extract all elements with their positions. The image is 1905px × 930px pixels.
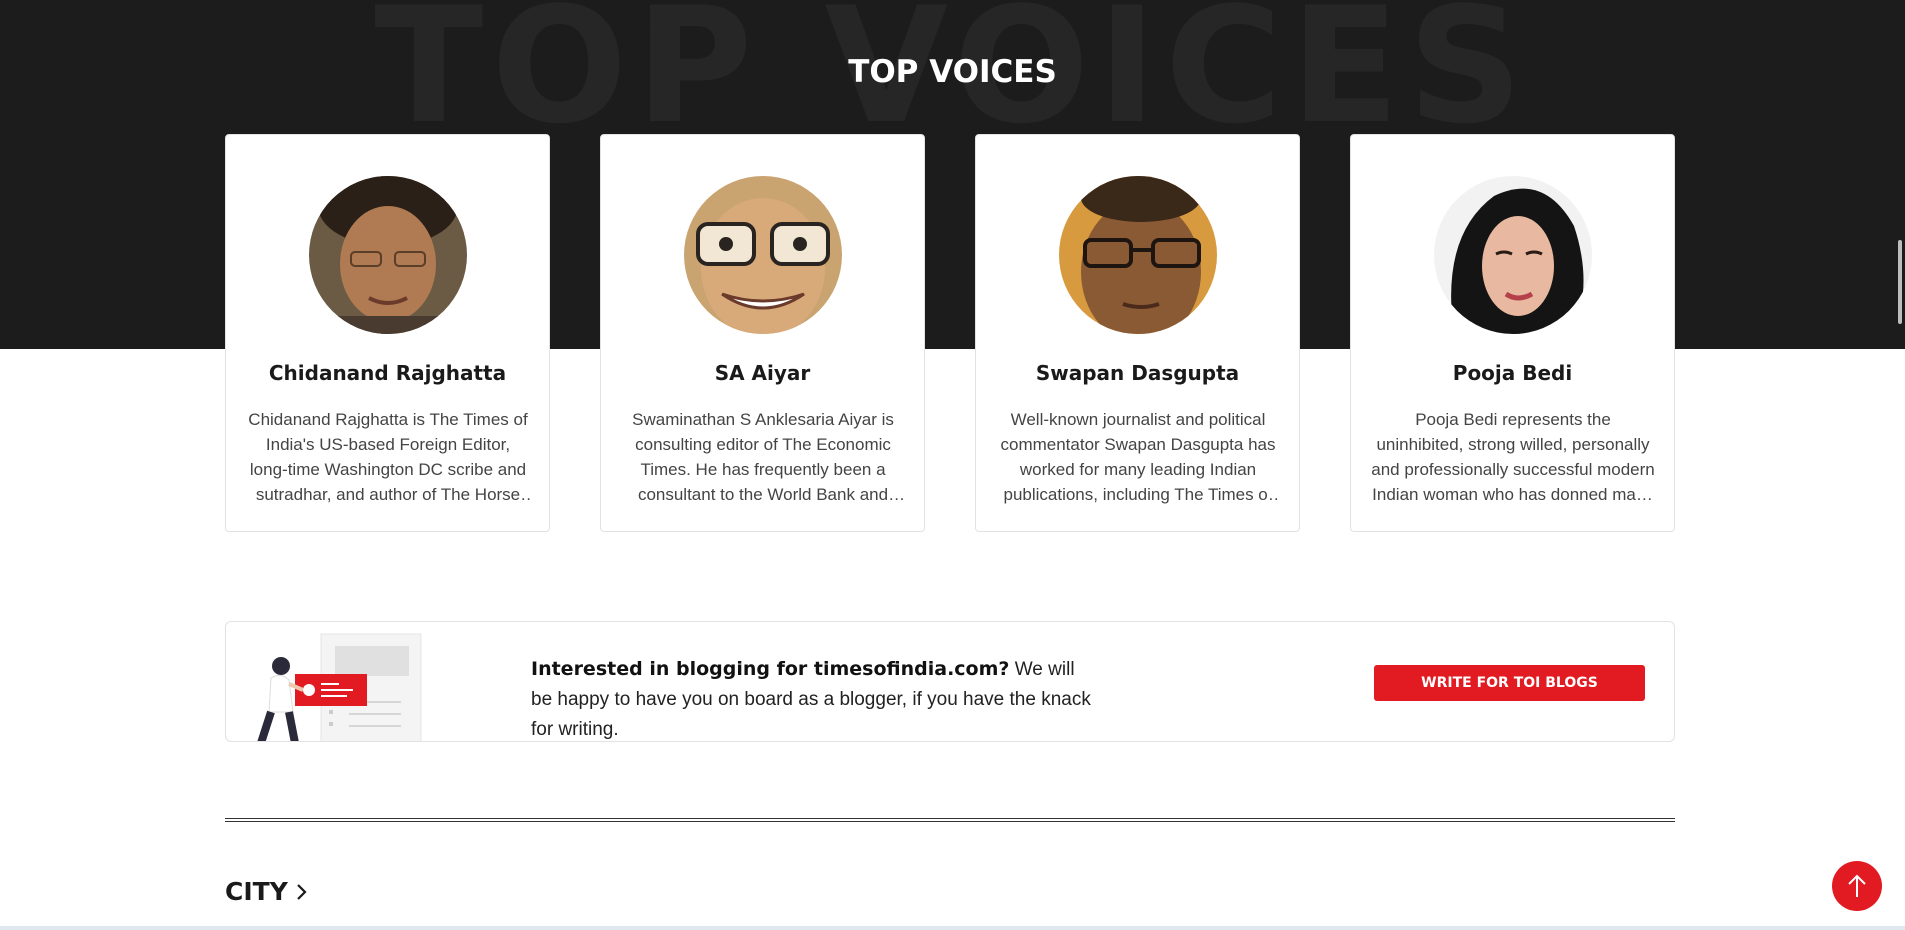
city-section-title[interactable]: CITY — [225, 877, 288, 906]
voice-name[interactable]: Chidanand Rajghatta — [226, 361, 549, 385]
portrait-pooja-bedi[interactable] — [1434, 176, 1592, 334]
portrait-chidanand-rajghatta[interactable] — [309, 176, 467, 334]
voice-card[interactable]: Chidanand Rajghatta Chidanand Rajghatta … — [225, 134, 550, 532]
voice-bio: Chidanand Rajghatta is The Times of Indi… — [248, 410, 528, 504]
next-section-edge — [0, 926, 1905, 930]
arrow-up-icon — [1848, 874, 1866, 897]
voice-bio: Swaminathan S Anklesaria Aiyar is consul… — [632, 410, 894, 504]
page-scrollbar-thumb[interactable] — [1898, 240, 1902, 324]
portrait-swapan-dasgupta[interactable] — [1059, 176, 1217, 334]
voices-card-list: Chidanand Rajghatta Chidanand Rajghatta … — [225, 134, 1675, 532]
voice-bio: Well-known journalist and political comm… — [1000, 410, 1276, 504]
portrait-sa-aiyar[interactable] — [684, 176, 842, 334]
voice-card[interactable]: Pooja Bedi Pooja Bedi represents the uni… — [1350, 134, 1675, 532]
blog-invite-headline: Interested in blogging for timesofindia.… — [531, 658, 1010, 680]
write-for-toi-blogs-button[interactable]: WRITE FOR TOI BLOGS — [1374, 665, 1645, 701]
voice-name[interactable]: Pooja Bedi — [1351, 361, 1674, 385]
blog-invite-banner: Interested in blogging for timesofindia.… — [225, 621, 1675, 742]
voice-bio: Pooja Bedi represents the uninhibited, s… — [1371, 410, 1655, 504]
blog-invite-text: Interested in blogging for timesofindia.… — [531, 654, 1091, 741]
section-divider — [225, 818, 1675, 822]
voice-card[interactable]: Swapan Dasgupta Well-known journalist an… — [975, 134, 1300, 532]
voice-name[interactable]: SA Aiyar — [601, 361, 924, 385]
chevron-right-icon — [297, 883, 307, 900]
section-title: TOP VOICES — [848, 54, 1057, 90]
voice-name[interactable]: Swapan Dasgupta — [976, 361, 1299, 385]
blogger-illustration — [251, 632, 451, 741]
scroll-to-top-button[interactable] — [1832, 861, 1882, 911]
voice-card[interactable]: SA Aiyar Swaminathan S Anklesaria Aiyar … — [600, 134, 925, 532]
city-section-link[interactable]: CITY — [225, 877, 308, 906]
